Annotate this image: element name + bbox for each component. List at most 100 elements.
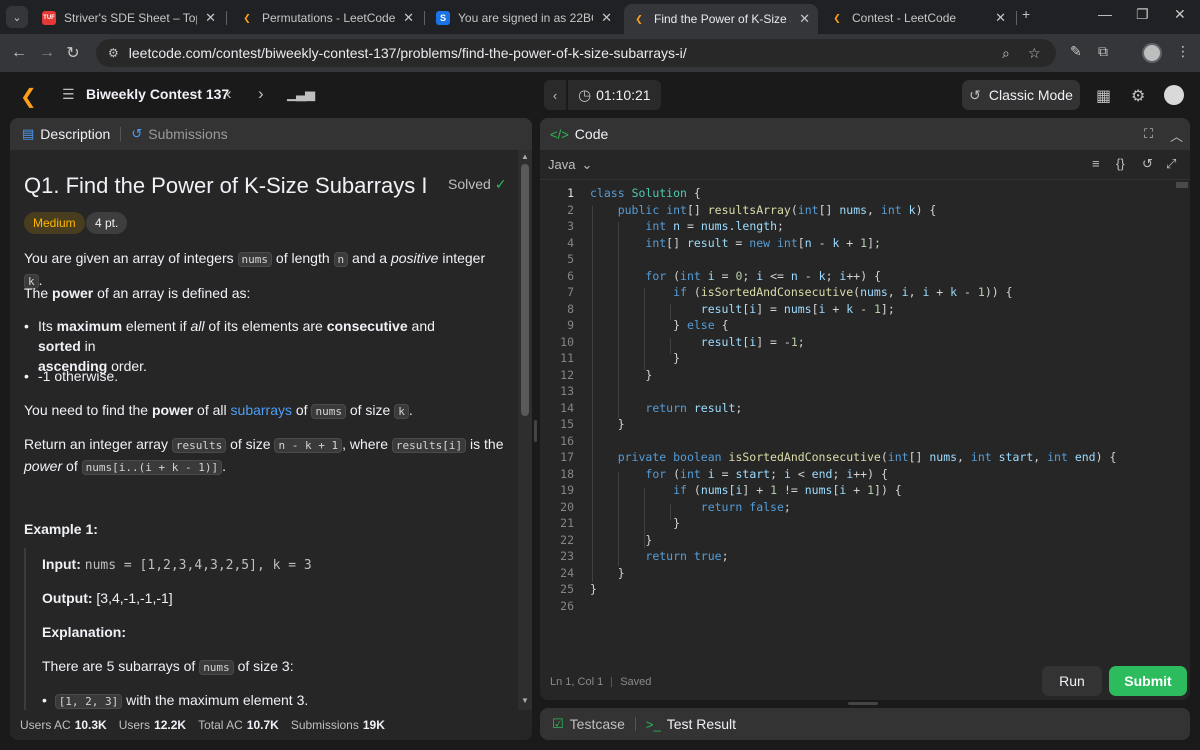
- bookmark-star-icon[interactable]: ☆: [1028, 39, 1041, 67]
- problem-list-icon[interactable]: ☰: [62, 86, 75, 103]
- description-scrollbar[interactable]: ▲ ▼: [518, 150, 532, 710]
- code-line: for (int i = 0; i <= n - k; i++) {: [645, 268, 881, 283]
- close-icon[interactable]: ✕: [205, 10, 216, 26]
- line-number: 5: [567, 252, 574, 266]
- tab-title: Find the Power of K-Size Subar: [654, 12, 791, 26]
- description-bullet-2: -1 otherwise.: [38, 368, 119, 384]
- code-line: }: [590, 417, 625, 431]
- classic-mode-button[interactable]: ↺ Classic Mode: [962, 80, 1080, 110]
- line-number: 15: [560, 417, 574, 431]
- timer-value: 01:10:21: [596, 87, 651, 103]
- window-close-icon[interactable]: ✕: [1174, 6, 1186, 23]
- history-icon: ↺: [131, 126, 143, 141]
- panel-resize-handle[interactable]: [534, 420, 537, 442]
- layout-grid-icon[interactable]: ▦: [1096, 86, 1111, 106]
- reset-icon[interactable]: ↺: [1142, 156, 1153, 172]
- run-button[interactable]: Run: [1042, 666, 1102, 696]
- tab-title: You are signed in as 22BCE2010: [458, 11, 593, 25]
- close-icon[interactable]: ✕: [995, 10, 1006, 26]
- editor-status: Ln 1, Col 1 Saved: [550, 676, 651, 688]
- code-line: }: [590, 351, 681, 365]
- tab-submissions-label: Submissions: [148, 126, 228, 142]
- leetcode-icon: ❮: [243, 12, 251, 23]
- tab-submissions[interactable]: ↺ Submissions: [131, 126, 227, 142]
- code-line: int[] result = new int[n - k + 1];: [645, 235, 881, 250]
- site-info-icon[interactable]: ⚙: [108, 46, 119, 60]
- format-icon[interactable]: ≡: [1092, 156, 1100, 171]
- browser-toolbar: ← → ↻ ⚙ leetcode.com/contest/biweekly-co…: [0, 34, 1200, 72]
- problem-stats-bar: Users AC 10.3K Users 12.2K Total AC 10.7K S…: [10, 710, 532, 740]
- scroll-up-icon[interactable]: ▲: [521, 152, 529, 161]
- editor-scrollbar[interactable]: [1176, 182, 1188, 188]
- restore-icon[interactable]: ❐: [1136, 6, 1149, 23]
- address-bar[interactable]: ⚙ leetcode.com/contest/biweekly-contest-…: [96, 39, 1056, 67]
- ranking-bars-icon[interactable]: ▁▃▅: [287, 86, 315, 102]
- extensions-icon[interactable]: ⧉: [1098, 43, 1108, 60]
- line-number: 26: [560, 598, 574, 613]
- expand-icon[interactable]: ⤢: [1166, 156, 1176, 172]
- line-number: 19: [560, 483, 574, 497]
- scroll-down-icon[interactable]: ▼: [521, 696, 529, 705]
- line-number: 1: [567, 186, 574, 200]
- checkbox-icon: ☑: [552, 716, 564, 731]
- contest-title[interactable]: Biweekly Contest 137: [86, 86, 229, 102]
- code-icon: </>: [550, 126, 569, 142]
- tab-testcase[interactable]: Testcase: [570, 716, 625, 732]
- browser-tab-striver[interactable]: TUF Striver's SDE Sheet – Top Coding ✕: [34, 4, 224, 32]
- browser-tab-active[interactable]: ❮ Find the Power of K-Size Subar ✕: [624, 4, 818, 34]
- close-icon[interactable]: ✕: [601, 10, 612, 26]
- menu-kebab-icon[interactable]: ⋮: [1176, 43, 1190, 60]
- subarrays-link[interactable]: subarrays: [231, 402, 292, 418]
- tab-test-result[interactable]: Test Result: [667, 716, 736, 732]
- browser-tab-strip: ⌄ TUF Striver's SDE Sheet – Top Coding ✕…: [0, 0, 1200, 34]
- line-number: 9: [567, 318, 574, 332]
- chevron-down-icon: ⌄: [581, 156, 593, 172]
- tab-search-icon[interactable]: ⌄: [6, 6, 28, 28]
- code-line: }: [590, 582, 597, 596]
- settings-gear-icon[interactable]: ⚙: [1131, 86, 1145, 106]
- next-problem-icon[interactable]: ›: [258, 84, 264, 104]
- zoom-icon[interactable]: ⌕: [1002, 39, 1010, 67]
- collapse-chevron-icon[interactable]: ︿: [1170, 126, 1183, 145]
- browser-tab-permutations[interactable]: ❮ Permutations - LeetCode ✕: [232, 4, 422, 32]
- line-number: 16: [560, 433, 574, 448]
- minimize-icon[interactable]: —: [1098, 6, 1112, 22]
- reload-icon[interactable]: ↻: [62, 42, 84, 64]
- tab-description[interactable]: ▤ Description: [22, 126, 110, 142]
- solved-status: Solved ✓: [448, 176, 507, 193]
- back-icon[interactable]: ←: [8, 42, 30, 64]
- line-number: 23: [560, 549, 574, 563]
- clock-icon: ◷: [578, 87, 592, 104]
- contest-timer[interactable]: ◷ 01:10:21: [568, 80, 661, 110]
- leetcode-logo-icon[interactable]: ❮: [20, 84, 40, 108]
- fullscreen-icon[interactable]: ⛶: [1144, 126, 1153, 142]
- close-icon[interactable]: ✕: [799, 11, 810, 27]
- line-number: 25: [560, 582, 574, 596]
- prev-problem-icon[interactable]: ‹: [226, 84, 232, 104]
- line-number: 18: [560, 466, 574, 481]
- description-panel: ▤ Description ↺ Submissions Q1. Find the…: [10, 118, 532, 740]
- line-number: 3: [567, 219, 574, 233]
- bullet-dot: •: [24, 318, 29, 334]
- braces-icon[interactable]: {}: [1116, 156, 1125, 171]
- browser-tab-contest[interactable]: ❮ Contest - LeetCode ✕: [822, 4, 1014, 32]
- submit-button[interactable]: Submit: [1109, 666, 1187, 696]
- vertical-resize-handle[interactable]: [848, 702, 878, 705]
- new-tab-icon[interactable]: +: [1022, 6, 1030, 22]
- classic-mode-label: Classic Mode: [988, 87, 1073, 103]
- tab-title: Permutations - LeetCode: [262, 11, 396, 25]
- user-avatar[interactable]: [1164, 85, 1184, 105]
- code-line: class Solution {: [590, 186, 701, 200]
- browser-tab-signed-in[interactable]: S You are signed in as 22BCE2010 ✕: [428, 4, 620, 32]
- scroll-thumb[interactable]: [521, 164, 529, 416]
- timer-collapse-icon[interactable]: ‹: [544, 80, 566, 110]
- code-line: }: [590, 516, 681, 530]
- close-icon[interactable]: ✕: [403, 10, 414, 26]
- forward-icon[interactable]: →: [36, 42, 58, 64]
- code-editor[interactable]: 1 2 3 4 5 6 7 8 9 10 11 12 13 14 15 16 17 18 19 20 21 22 23 24 2…: [540, 182, 1190, 656]
- line-number: 6: [567, 268, 574, 283]
- profile-avatar[interactable]: [1142, 43, 1162, 63]
- code-tab-label[interactable]: Code: [575, 126, 608, 142]
- saved-status: Saved: [620, 676, 652, 688]
- eyedropper-icon[interactable]: ✎: [1070, 43, 1082, 60]
